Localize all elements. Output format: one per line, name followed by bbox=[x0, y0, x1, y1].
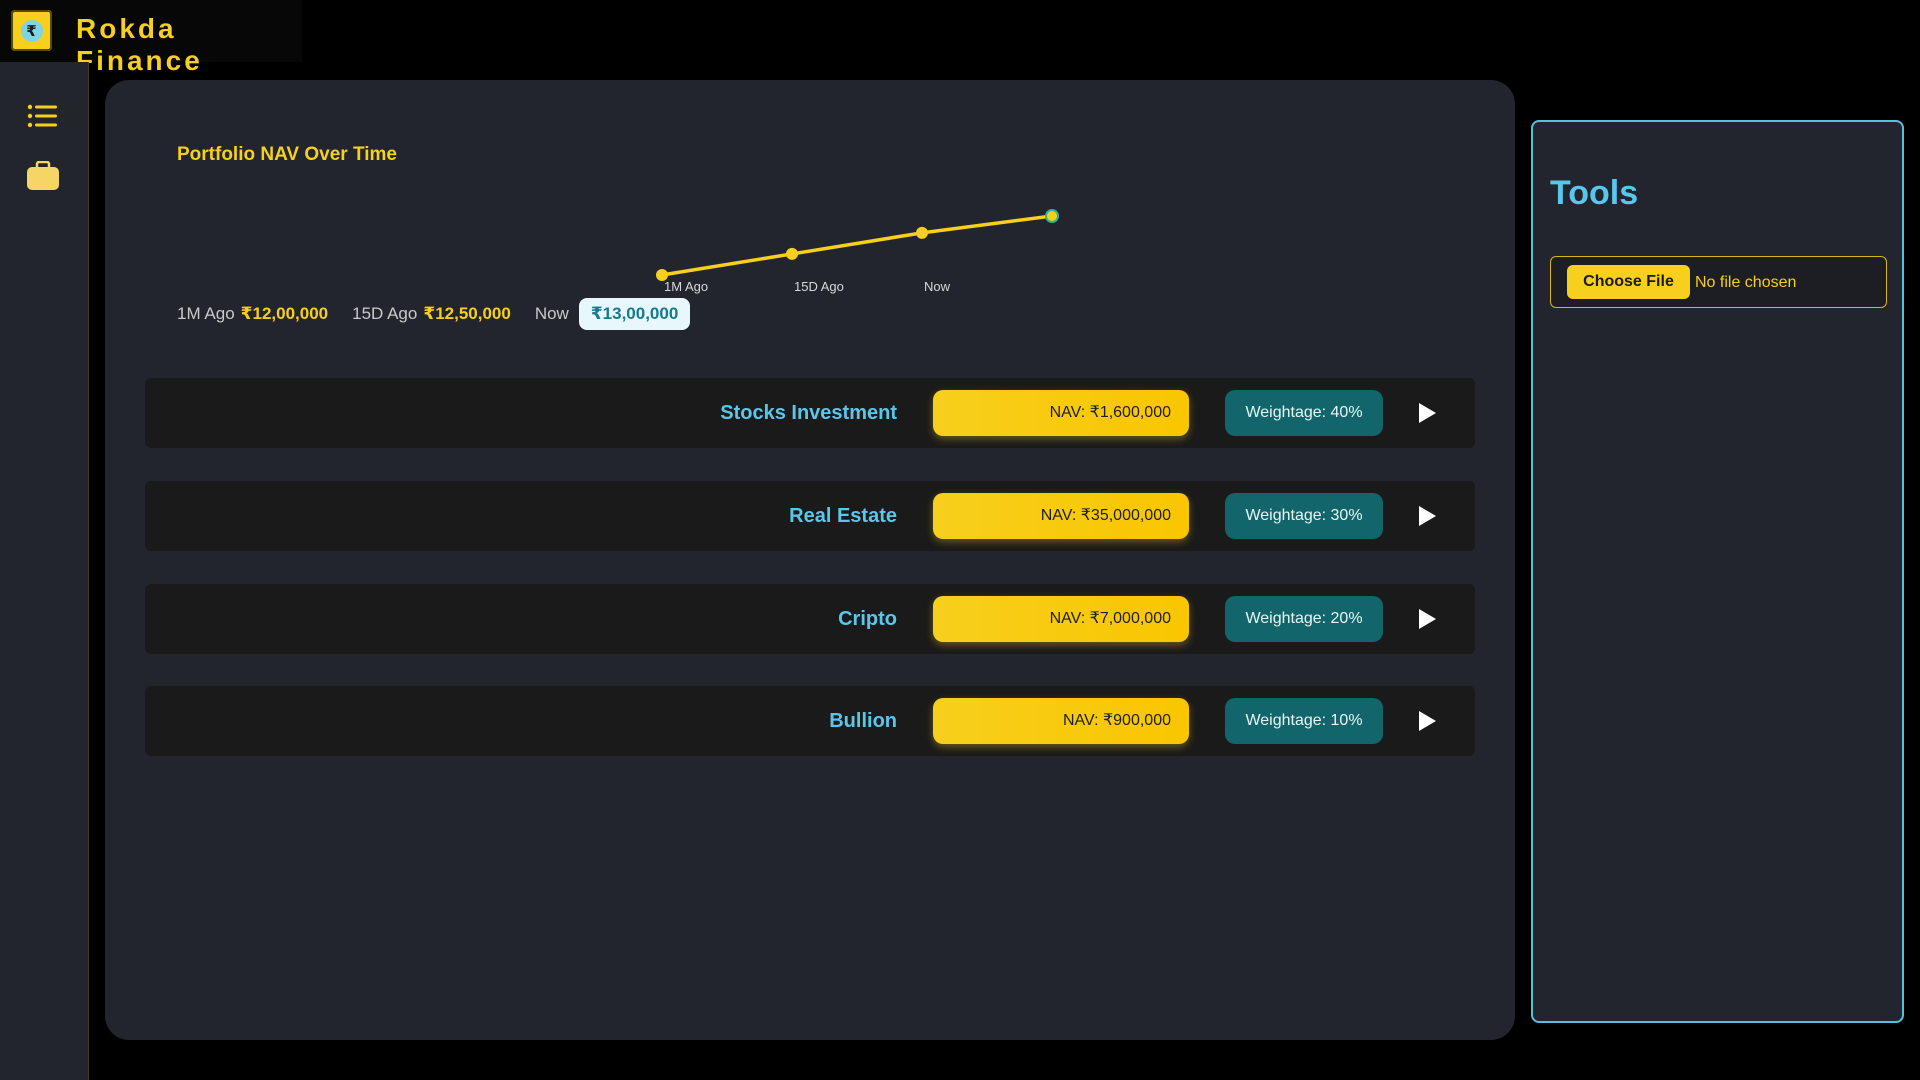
asset-name: Stocks Investment bbox=[720, 402, 897, 424]
x-tick-label: Now bbox=[924, 279, 951, 294]
logo: ₹ bbox=[11, 10, 52, 51]
nav-summary-label: Now bbox=[534, 304, 569, 323]
play-icon[interactable] bbox=[1415, 606, 1439, 632]
briefcase-icon[interactable] bbox=[25, 158, 61, 194]
asset-row-stocks: Stocks Investment NAV: ₹1,600,000 Weight… bbox=[145, 378, 1475, 448]
weightage-pill[interactable]: Weightage: 20% bbox=[1225, 596, 1383, 642]
data-point[interactable] bbox=[916, 226, 928, 239]
current-nav-badge: ₹13,00,000 bbox=[578, 298, 691, 330]
play-icon[interactable] bbox=[1415, 400, 1439, 426]
sidebar bbox=[0, 62, 89, 1080]
brand[interactable]: ₹ Rokda Finance bbox=[0, 0, 302, 76]
nav-summary-label: 15D Ago bbox=[352, 304, 418, 323]
rupee-icon: ₹ bbox=[20, 19, 43, 42]
main-panel: Portfolio NAV Over Time 1M Ago 15D Ago Now… bbox=[105, 80, 1515, 1040]
nav-pill[interactable]: NAV: ₹35,000,000 bbox=[933, 493, 1189, 539]
data-point[interactable] bbox=[1045, 209, 1059, 223]
asset-row-real-estate: Real Estate NAV: ₹35,000,000 Weightage: … bbox=[145, 481, 1475, 551]
asset-name: Bullion bbox=[829, 710, 897, 732]
weightage-pill[interactable]: Weightage: 10% bbox=[1225, 698, 1383, 744]
choose-file-button[interactable]: Choose File bbox=[1567, 265, 1690, 299]
play-icon[interactable] bbox=[1415, 503, 1439, 529]
nav-line-chart: 1M Ago 15D Ago Now bbox=[656, 209, 1059, 294]
top-bar: ₹ Rokda Finance bbox=[0, 0, 1920, 76]
weightage-pill[interactable]: Weightage: 40% bbox=[1225, 390, 1383, 436]
x-tick-label: 15D Ago bbox=[794, 279, 844, 294]
file-status: No file chosen bbox=[1695, 274, 1797, 291]
play-icon[interactable] bbox=[1415, 708, 1439, 734]
asset-name: Real Estate bbox=[789, 505, 897, 527]
nav-pill[interactable]: NAV: ₹7,000,000 bbox=[933, 596, 1189, 642]
nav-summary-label: 1M Ago bbox=[177, 304, 235, 323]
tools-panel: Tools Choose File No file chosen bbox=[1531, 120, 1904, 1023]
nav-pill[interactable]: NAV: ₹1,600,000 bbox=[933, 390, 1189, 436]
series-line bbox=[661, 214, 1053, 277]
x-tick-label: 1M Ago bbox=[664, 279, 708, 294]
nav-summary: 1M Ago ₹12,00,000 15D Ago ₹12,50,000 Now… bbox=[177, 298, 691, 330]
nav-pill[interactable]: NAV: ₹900,000 bbox=[933, 698, 1189, 744]
tools-title: Tools bbox=[1550, 174, 1639, 212]
data-point[interactable] bbox=[786, 247, 798, 260]
app-title: Rokda Finance bbox=[76, 13, 302, 77]
nav-summary-value: ₹12,00,000 bbox=[240, 304, 329, 323]
weightage-pill[interactable]: Weightage: 30% bbox=[1225, 493, 1383, 539]
asset-row-bullion: Bullion NAV: ₹900,000 Weightage: 10% bbox=[145, 686, 1475, 756]
file-input[interactable]: Choose File No file chosen bbox=[1550, 256, 1887, 308]
list-icon[interactable] bbox=[25, 98, 61, 134]
asset-name: Cripto bbox=[838, 608, 897, 630]
asset-row-cripto: Cripto NAV: ₹7,000,000 Weightage: 20% bbox=[145, 584, 1475, 654]
nav-summary-value: ₹12,50,000 bbox=[423, 304, 511, 323]
